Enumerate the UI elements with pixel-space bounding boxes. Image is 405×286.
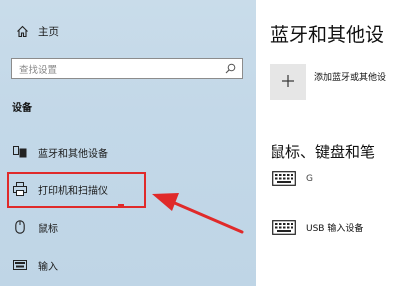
plus-icon xyxy=(281,73,295,92)
highlight-mark xyxy=(118,204,124,207)
search-placeholder: 查找设置 xyxy=(19,64,58,76)
keyboard-icon xyxy=(272,220,296,235)
devices-section-title: 设备 xyxy=(12,103,32,114)
add-device-button[interactable] xyxy=(270,64,306,100)
sidebar-item-mouse[interactable]: 鼠标 xyxy=(12,219,58,235)
sidebar-item-typing[interactable]: 输入 xyxy=(12,257,58,273)
settings-search-box[interactable]: 查找设置 xyxy=(11,58,243,79)
home-nav-item[interactable]: 主页 xyxy=(14,23,59,39)
section-title: 鼠标、键盘和笔 xyxy=(270,143,376,161)
highlight-box xyxy=(7,172,146,208)
device-name: G xyxy=(306,173,314,184)
sidebar-item-label: 鼠标 xyxy=(38,223,58,235)
add-device-label[interactable]: 添加蓝牙或其他设 xyxy=(314,70,386,83)
sidebar-item-label: 输入 xyxy=(38,261,58,273)
device-item[interactable]: G xyxy=(272,171,313,186)
sidebar-item-bluetooth[interactable]: 蓝牙和其他设备 xyxy=(12,144,108,160)
device-name: USB 输入设备 xyxy=(306,224,364,234)
mouse-icon xyxy=(12,219,28,235)
home-icon xyxy=(14,23,30,39)
keyboard-icon xyxy=(12,257,28,273)
page-title: 蓝牙和其他设 xyxy=(270,24,385,46)
search-icon[interactable] xyxy=(225,59,236,78)
bluetooth-devices-icon xyxy=(12,144,28,160)
home-label: 主页 xyxy=(38,25,59,38)
sidebar-item-label: 蓝牙和其他设备 xyxy=(38,148,108,160)
device-item[interactable]: USB 输入设备 xyxy=(272,220,363,235)
keyboard-icon xyxy=(272,171,296,186)
settings-sidebar: 主页 查找设置 设备 蓝牙和其他设备 打印机和扫描仪 鼠标 输入 xyxy=(0,0,256,286)
settings-main-pane: 蓝牙和其他设 添加蓝牙或其他设 鼠标、键盘和笔 G USB 输入设备 xyxy=(256,0,405,286)
